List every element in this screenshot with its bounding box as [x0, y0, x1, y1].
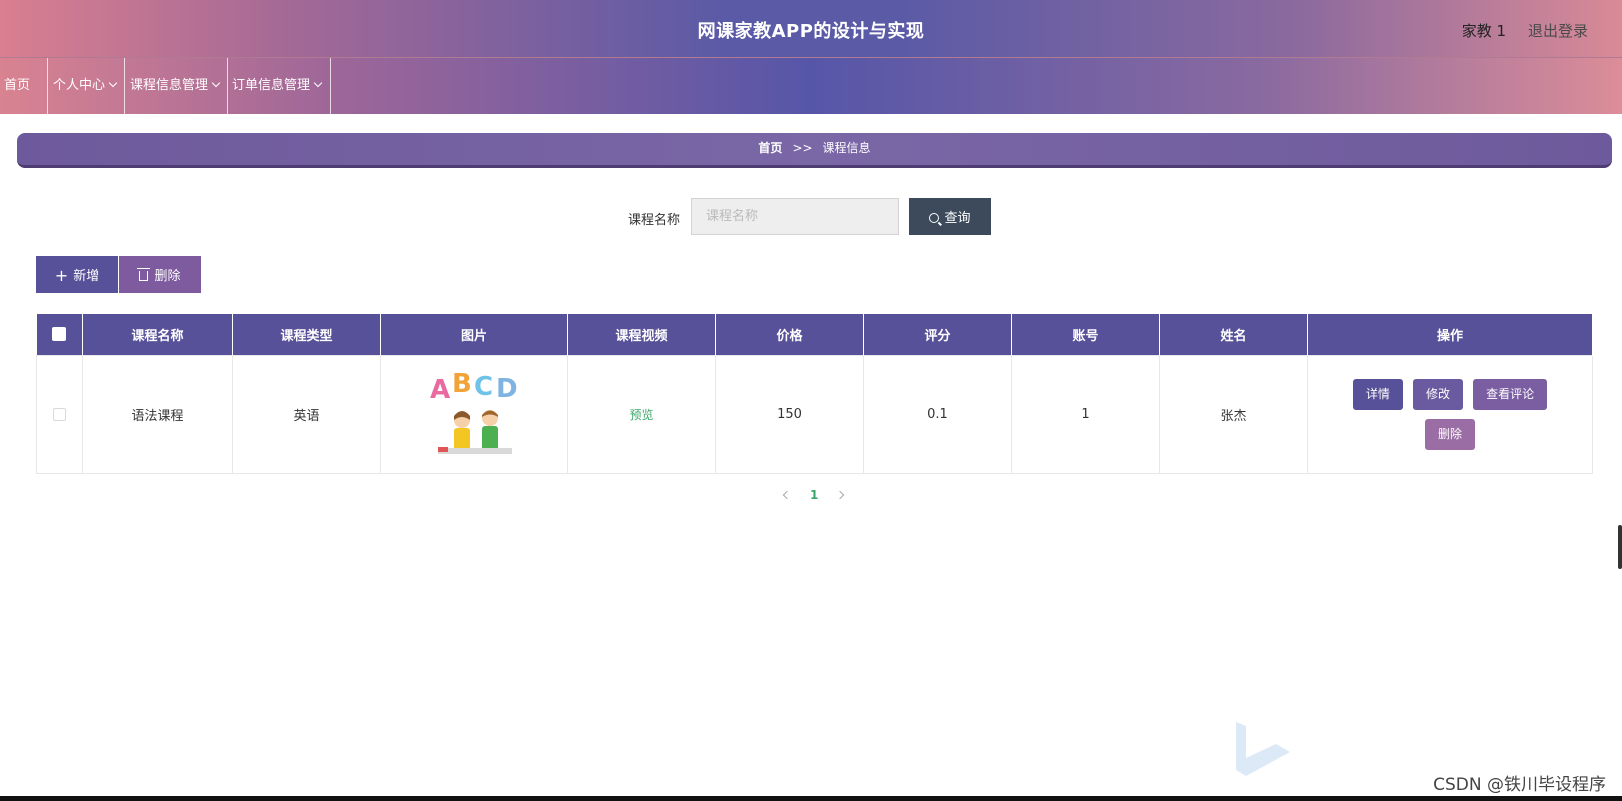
watermark-logo-icon — [1236, 722, 1290, 776]
column-header: 姓名 — [1159, 314, 1308, 355]
table-header-row: 课程名称 课程类型 图片 课程视频 价格 评分 账号 姓名 操作 — [36, 314, 1593, 355]
thumb-letter: B — [452, 369, 472, 399]
nav-item-order-management[interactable]: 订单信息管理 — [228, 58, 331, 114]
chevron-down-icon — [108, 78, 118, 88]
thumb-letter: A — [430, 375, 450, 405]
scrollbar-handle[interactable] — [1618, 525, 1622, 569]
video-preview-link[interactable]: 预览 — [629, 408, 653, 422]
cell-image: A B C D — [380, 354, 568, 474]
cell-rating: 0.1 — [863, 354, 1012, 474]
edit-button[interactable]: 修改 — [1412, 378, 1463, 410]
top-header: 网课家教APP的设计与实现 家教 1 退出登录 — [0, 0, 1622, 58]
cell-person-name: 张杰 — [1159, 354, 1308, 474]
row-select-cell — [36, 354, 83, 474]
row-checkbox[interactable] — [53, 407, 66, 421]
table-row: 语法课程 英语 A B C D 预览 150 0.1 1 张杰 详情 修改 查看… — [36, 354, 1593, 474]
row-delete-button[interactable]: 删除 — [1424, 418, 1475, 450]
header-select-all[interactable] — [36, 314, 83, 355]
nav-item-label: 课程信息管理 — [130, 78, 209, 93]
cell-price: 150 — [715, 354, 864, 474]
breadcrumb-home[interactable]: 首页 — [758, 141, 782, 155]
column-header: 课程视频 — [567, 314, 716, 355]
logout-link[interactable]: 退出登录 — [1528, 20, 1588, 41]
delete-button-label: 删除 — [154, 269, 181, 284]
column-header: 操作 — [1307, 314, 1593, 355]
search-icon — [929, 213, 940, 223]
column-header: 账号 — [1011, 314, 1160, 355]
pagination: 1 — [776, 488, 846, 504]
nav-item-home[interactable]: 首页 — [0, 58, 48, 114]
cell-course-name: 语法课程 — [82, 354, 233, 474]
breadcrumb-current: 课程信息 — [822, 141, 871, 155]
column-header: 图片 — [380, 314, 568, 355]
breadcrumb-separator: >> — [792, 141, 813, 155]
bottom-edge-bar — [0, 796, 1622, 801]
search-button[interactable]: 查询 — [909, 198, 991, 235]
trash-icon — [137, 268, 151, 281]
nav-item-label: 个人中心 — [53, 78, 106, 93]
chevron-down-icon — [313, 78, 323, 88]
course-thumbnail[interactable]: A B C D — [428, 368, 520, 460]
course-table: 课程名称 课程类型 图片 课程视频 价格 评分 账号 姓名 操作 语法课程 英语… — [36, 314, 1593, 474]
nav-item-label: 订单信息管理 — [232, 78, 311, 93]
column-header: 课程类型 — [232, 314, 381, 355]
nav-item-personal-center[interactable]: 个人中心 — [48, 58, 125, 114]
select-all-checkbox[interactable] — [52, 327, 67, 342]
column-header: 课程名称 — [82, 314, 233, 355]
view-reviews-button[interactable]: 查看评论 — [1473, 378, 1548, 410]
cell-video: 预览 — [567, 354, 716, 474]
search-button-label: 查询 — [944, 211, 971, 226]
app-frame: 网课家教APP的设计与实现 家教 1 退出登录 首页 个人中心 课程信息管理 订… — [0, 0, 1622, 801]
breadcrumb: 首页 >> 课程信息 — [17, 133, 1612, 168]
watermark-text: CSDN @铁川毕设程序 — [1433, 775, 1606, 795]
search-input[interactable] — [691, 198, 899, 235]
delete-button[interactable]: 删除 — [119, 256, 201, 293]
cell-course-type: 英语 — [232, 354, 381, 474]
chevron-right-icon[interactable] — [835, 490, 845, 500]
cell-operations: 详情 修改 查看评论 删除 — [1307, 354, 1593, 474]
nav-item-course-management[interactable]: 课程信息管理 — [125, 58, 228, 114]
thumb-letter: C — [474, 372, 493, 402]
add-button[interactable]: + 新增 — [36, 256, 118, 293]
column-header: 评分 — [863, 314, 1012, 355]
current-user[interactable]: 家教 1 — [1462, 20, 1506, 41]
thumb-letter: D — [496, 374, 518, 404]
app-title: 网课家教APP的设计与实现 — [697, 21, 925, 42]
nav-item-label: 首页 — [4, 78, 31, 93]
cell-account: 1 — [1011, 354, 1160, 474]
main-nav: 首页 个人中心 课程信息管理 订单信息管理 — [0, 58, 1622, 114]
add-button-label: 新增 — [73, 269, 100, 284]
search-label: 课程名称 — [628, 213, 681, 228]
page-number[interactable]: 1 — [810, 488, 818, 502]
plus-icon: + — [54, 266, 69, 285]
chevron-down-icon — [211, 78, 221, 88]
chevron-left-icon[interactable] — [782, 490, 792, 500]
column-header: 价格 — [715, 314, 864, 355]
detail-button[interactable]: 详情 — [1352, 378, 1403, 410]
